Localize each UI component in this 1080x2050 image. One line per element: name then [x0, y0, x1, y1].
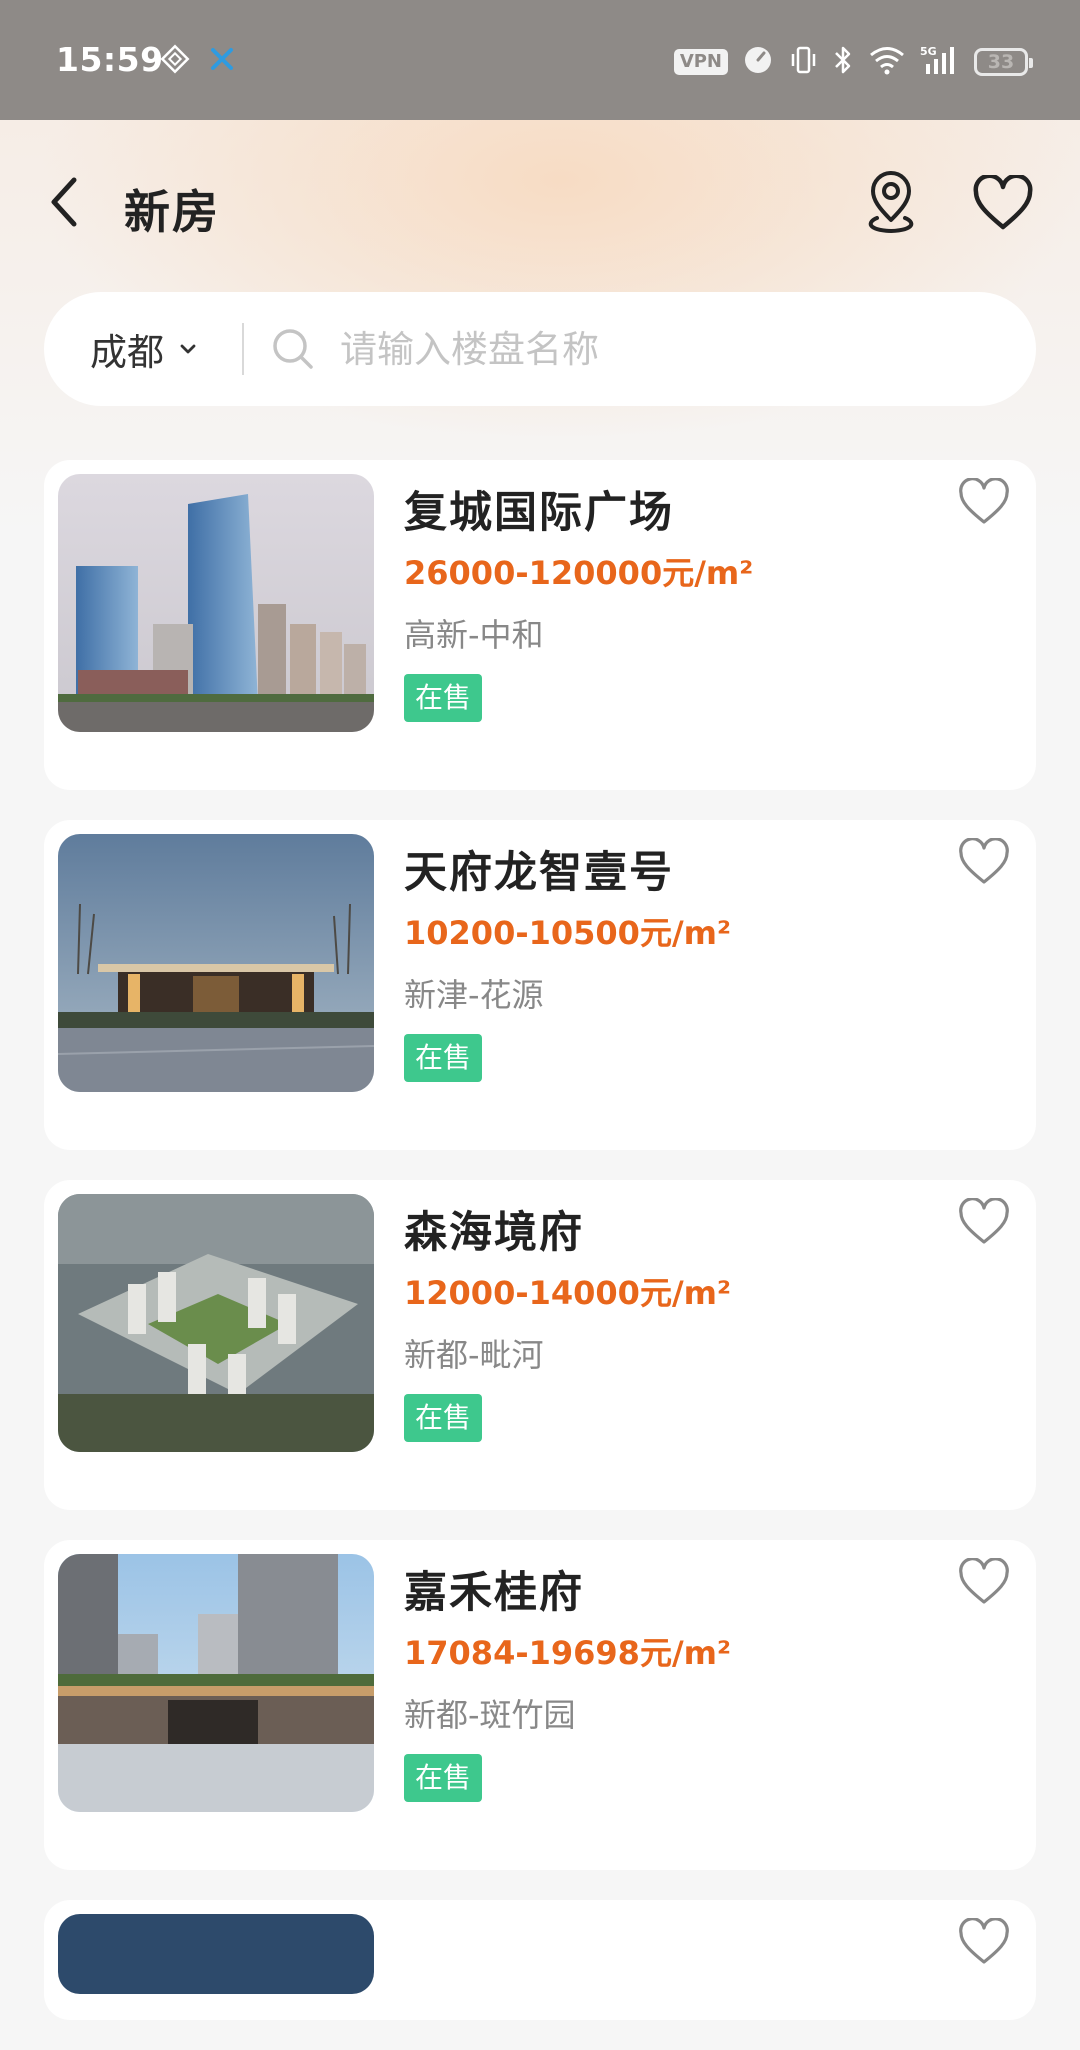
back-arrow-icon [48, 176, 80, 232]
listing-card[interactable]: 复城国际广场 26000-120000元/m² 高新-中和 在售 [44, 460, 1036, 790]
bluetooth-tether-icon [208, 44, 236, 78]
listing-price: 12000-14000元/m² [404, 1274, 731, 1312]
listing-area: 新都-斑竹园 [404, 1696, 576, 1734]
back-button[interactable] [36, 174, 92, 234]
heart-icon [957, 1197, 1011, 1250]
listing-list: 复城国际广场 26000-120000元/m² 高新-中和 在售 天府龙智壹号 … [44, 460, 1036, 2050]
listing-image [58, 1914, 374, 1994]
listing-area: 新津-花源 [404, 976, 544, 1014]
listing-card[interactable] [44, 1900, 1036, 2020]
city-selector[interactable]: 成都 [44, 322, 234, 376]
status-badge: 在售 [404, 1034, 483, 1082]
listing-name: 天府龙智壹号 [404, 848, 674, 898]
favorite-button[interactable] [956, 837, 1012, 890]
listing-card[interactable]: 天府龙智壹号 10200-10500元/m² 新津-花源 在售 [44, 820, 1036, 1150]
heart-icon [972, 173, 1034, 235]
app-bar: 新房 [0, 150, 1080, 260]
wifi-icon [868, 45, 906, 79]
favorite-button[interactable] [956, 1557, 1012, 1610]
battery-icon: 33 [974, 48, 1033, 76]
bluetooth-icon [832, 44, 854, 80]
map-pin-icon [863, 170, 919, 240]
vibrate-icon [788, 44, 818, 80]
city-label: 成都 [90, 331, 164, 374]
favorite-button[interactable] [956, 477, 1012, 530]
heart-icon [957, 1557, 1011, 1610]
heart-icon [957, 477, 1011, 530]
status-badge: 在售 [404, 674, 483, 722]
search-bar: 成都 [44, 292, 1036, 406]
favorite-button[interactable] [956, 1197, 1012, 1250]
listing-area: 新都-毗河 [404, 1336, 544, 1374]
listing-area: 高新-中和 [404, 616, 544, 654]
speed-icon [742, 44, 774, 80]
heart-icon [957, 837, 1011, 890]
chevron-down-icon [180, 340, 196, 359]
page-title: 新房 [124, 185, 220, 239]
status-badge: 在售 [404, 1754, 483, 1802]
listing-image [58, 474, 374, 732]
signal-icon: 5G [920, 44, 960, 80]
nfc-icon [160, 44, 190, 78]
search-divider [242, 323, 244, 375]
vpn-icon: VPN [673, 49, 728, 75]
search-input[interactable] [338, 326, 938, 372]
status-bar: 15:59 VPN 5G 33 [0, 0, 1080, 120]
favorite-button[interactable] [956, 1917, 1012, 1970]
listing-card[interactable]: 森海境府 12000-14000元/m² 新都-毗河 在售 [44, 1180, 1036, 1510]
listing-card[interactable]: 嘉禾桂府 17084-19698元/m² 新都-斑竹园 在售 [44, 1540, 1036, 1870]
listing-price: 17084-19698元/m² [404, 1634, 731, 1672]
listing-name: 复城国际广场 [404, 488, 674, 538]
listing-image [58, 1554, 374, 1812]
listing-name: 嘉禾桂府 [404, 1568, 584, 1618]
map-button[interactable] [858, 170, 924, 240]
listing-image [58, 1194, 374, 1452]
listing-price: 26000-120000元/m² [404, 554, 754, 592]
listing-image [58, 834, 374, 1092]
status-time: 15:59 [56, 40, 164, 79]
svg-text:5G: 5G [920, 45, 937, 58]
listing-name: 森海境府 [404, 1208, 584, 1258]
heart-icon [957, 1917, 1011, 1970]
status-badge: 在售 [404, 1394, 483, 1442]
search-icon [270, 326, 316, 372]
listing-price: 10200-10500元/m² [404, 914, 731, 952]
favorites-button[interactable] [968, 172, 1038, 238]
